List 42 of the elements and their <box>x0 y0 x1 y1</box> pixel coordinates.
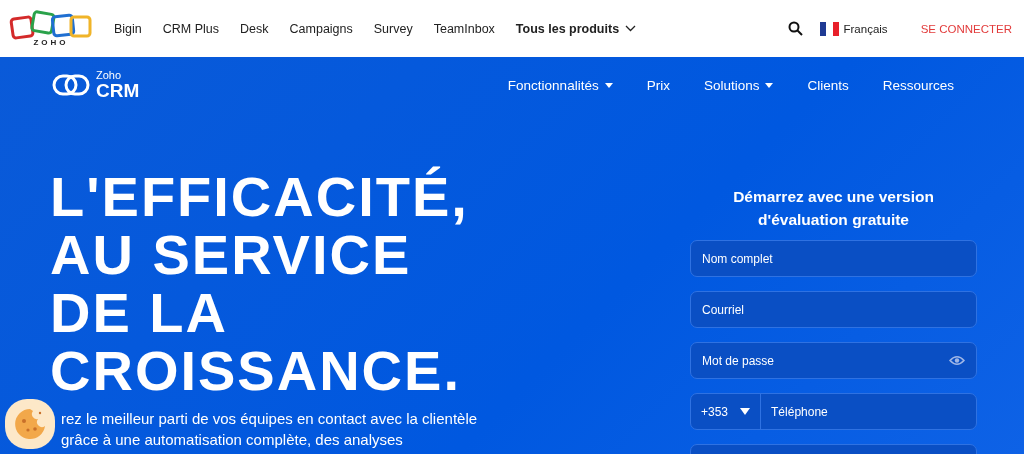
cookie-icon <box>13 407 47 441</box>
sign-in-link[interactable]: SE CONNECTER <box>920 22 1012 35</box>
caret-icon <box>740 408 751 415</box>
product-link[interactable]: Bigin <box>114 21 142 36</box>
product-link[interactable]: Survey <box>373 21 413 36</box>
search-icon[interactable] <box>787 21 803 36</box>
logo-product: CRM <box>96 81 140 100</box>
cookie-button[interactable] <box>5 399 55 449</box>
menu-item[interactable]: Prix <box>646 77 670 93</box>
phone-field[interactable]: +353 Téléphone <box>690 393 977 430</box>
menu-item[interactable]: Solutions <box>703 77 774 93</box>
intro-text: rez le meilleur parti de vos équipes en contact avec la clientèle <box>61 409 479 429</box>
headline: CROISSANCE. <box>50 342 462 400</box>
product-link[interactable]: CRM Plus <box>162 21 220 36</box>
input-field[interactable]: Nom complet <box>690 240 977 277</box>
zoho-logo[interactable]: ZOHO <box>8 10 94 47</box>
product-link[interactable]: Desk <box>240 21 269 36</box>
chevron-down-icon <box>625 25 637 32</box>
caret-icon <box>604 82 613 88</box>
linked-rings-icon <box>52 72 90 98</box>
product-link[interactable]: Tous les produits <box>515 21 637 36</box>
menu-item[interactable]: Clients <box>807 77 849 93</box>
eye-icon[interactable] <box>949 355 965 366</box>
language-selector[interactable]: Français <box>819 21 888 36</box>
headline: DE LA <box>50 284 229 342</box>
logo-brand: Zoho <box>96 70 123 81</box>
product-link[interactable]: Campaigns <box>289 21 353 36</box>
country-code-selector[interactable]: +353 <box>691 394 762 429</box>
menu-item[interactable]: Fonctionnalités <box>507 77 613 93</box>
intro-text: grâce à une automatisation complète, des analyses <box>61 430 404 450</box>
crm-logo[interactable]: Zoho CRM <box>52 70 140 100</box>
headline: L'EFFICACITÉ, <box>50 168 470 226</box>
password-field[interactable]: Mot de passe <box>690 342 977 379</box>
logo-squares-icon <box>9 10 93 40</box>
logo-wordmark: ZOHO <box>33 38 69 47</box>
headline: AU SERVICE <box>50 226 412 284</box>
input-field[interactable]: Courriel <box>690 291 977 328</box>
form-title: Démarrez avec une version d'évaluation gratuite <box>732 187 935 230</box>
menu-item[interactable]: Ressources <box>882 77 954 93</box>
product-link[interactable]: TeamInbox <box>433 21 495 36</box>
flag-icon <box>819 21 839 36</box>
caret-icon <box>765 82 774 88</box>
